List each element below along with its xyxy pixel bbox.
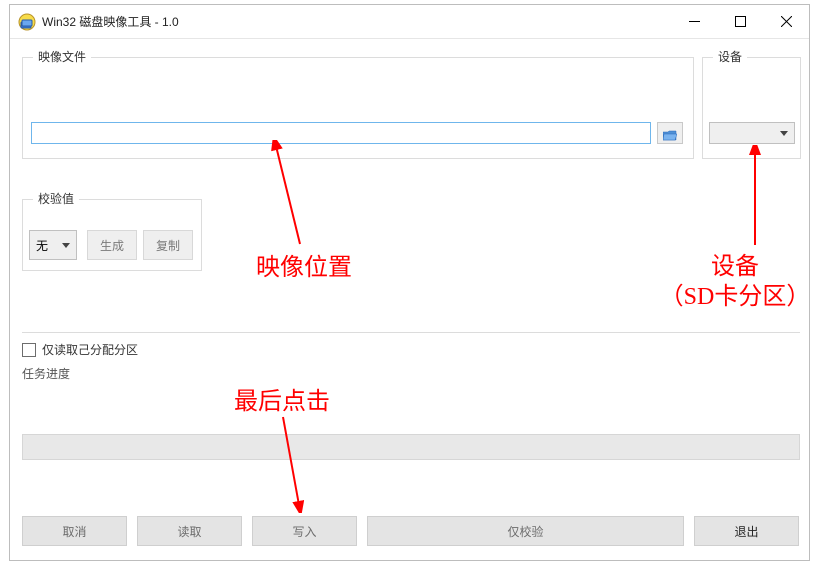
annotation-image-location: 映像位置: [256, 247, 352, 282]
hash-generate-button[interactable]: 生成: [87, 230, 137, 260]
minimize-button[interactable]: [671, 5, 717, 38]
browse-button[interactable]: [657, 122, 683, 144]
hash-group: 校验值 无 生成 复制: [22, 199, 202, 271]
window-title: Win32 磁盘映像工具 - 1.0: [42, 5, 671, 39]
device-group: 设备: [702, 57, 801, 159]
cancel-button[interactable]: 取消: [22, 516, 127, 546]
chevron-down-icon: [62, 243, 70, 248]
write-button[interactable]: 写入: [252, 516, 357, 546]
image-file-group-label: 映像文件: [33, 48, 91, 65]
annotation-final-click: 最后点击: [234, 381, 330, 416]
folder-open-icon: [663, 128, 677, 139]
hash-type-select[interactable]: 无: [29, 230, 77, 260]
section-divider: [22, 332, 800, 333]
image-file-group: 映像文件: [22, 57, 694, 159]
allocated-only-label: 仅读取己分配分区: [42, 341, 138, 358]
verify-only-button[interactable]: 仅校验: [367, 516, 684, 546]
titlebar: Win32 磁盘映像工具 - 1.0: [10, 5, 809, 39]
chevron-down-icon: [780, 131, 788, 136]
image-path-input[interactable]: [31, 122, 651, 144]
exit-button[interactable]: 退出: [694, 516, 799, 546]
maximize-button[interactable]: [717, 5, 763, 38]
annotation-device-line2: （SD卡分区）: [635, 276, 820, 311]
progress-label: 任务进度: [22, 365, 70, 382]
device-group-label: 设备: [713, 48, 747, 65]
hash-group-label: 校验值: [33, 190, 79, 207]
progress-bar: [22, 434, 800, 460]
hash-selected-value: 无: [36, 237, 48, 254]
window-controls: [671, 5, 809, 38]
read-button[interactable]: 读取: [137, 516, 242, 546]
close-button[interactable]: [763, 5, 809, 38]
device-select[interactable]: [709, 122, 795, 144]
hash-copy-button[interactable]: 复制: [143, 230, 193, 260]
app-icon: [18, 13, 36, 31]
allocated-only-row[interactable]: 仅读取己分配分区: [22, 341, 138, 358]
allocated-only-checkbox[interactable]: [22, 343, 36, 357]
